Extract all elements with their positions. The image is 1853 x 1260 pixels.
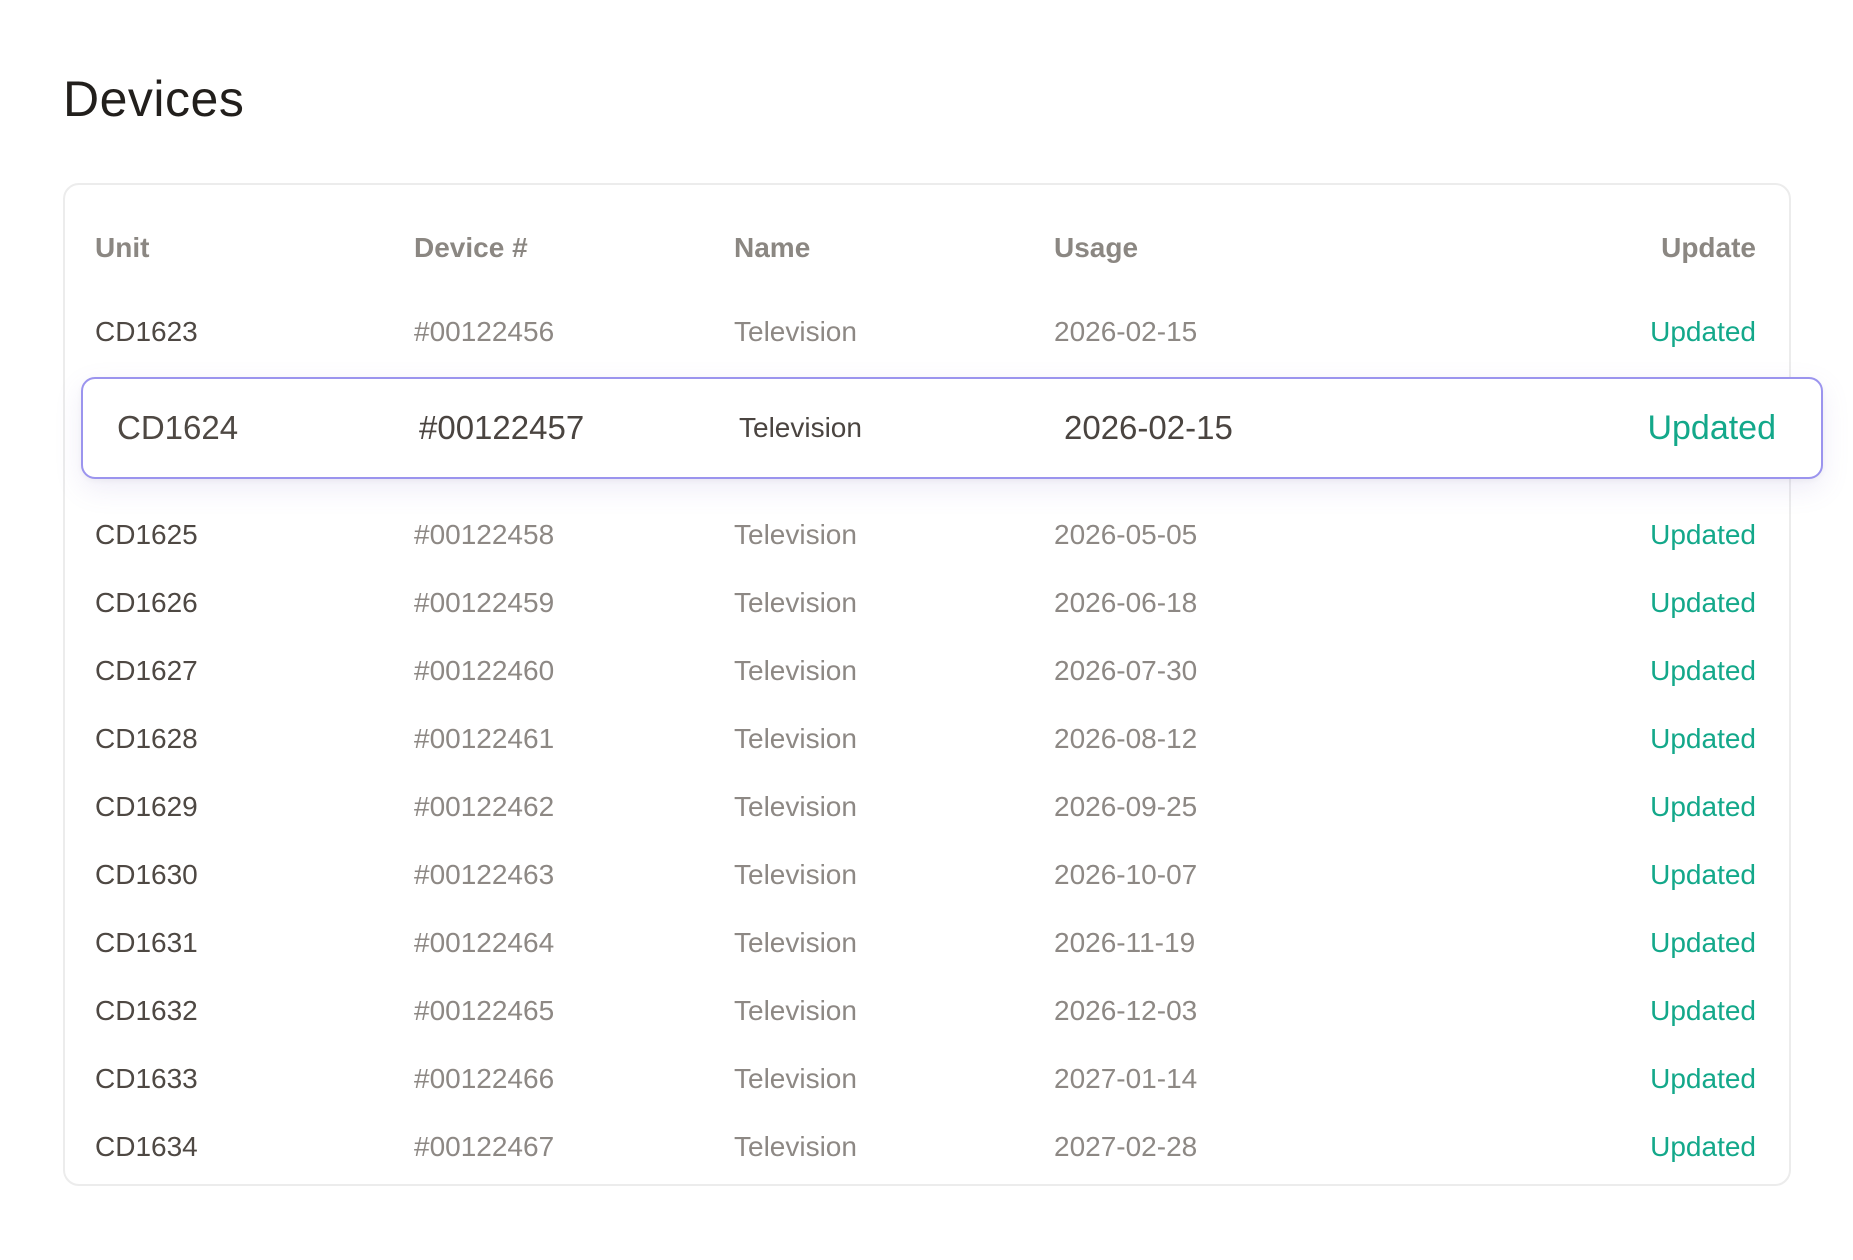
update-status: Updated	[1650, 859, 1756, 890]
name-cell: Television	[734, 655, 857, 686]
update-status: Updated	[1650, 519, 1756, 550]
usage-cell: 2027-02-28	[1054, 1131, 1198, 1162]
device-number-cell: #00122457	[419, 409, 585, 446]
update-status: Updated	[1647, 409, 1776, 447]
table-row[interactable]: CD1627 #00122460 Television 2026-07-30 U…	[65, 641, 1789, 701]
device-number-cell: #00122463	[414, 859, 555, 890]
usage-cell: 2026-09-25	[1054, 791, 1198, 822]
usage-cell: 2026-12-03	[1054, 995, 1198, 1026]
device-number-cell: #00122462	[414, 791, 555, 822]
usage-cell: 2026-02-15	[1054, 316, 1198, 347]
update-status: Updated	[1650, 587, 1756, 618]
unit-cell: CD1625	[95, 519, 198, 550]
table-header-row: Unit Device # Name Usage Update	[65, 218, 1789, 278]
device-number-cell: #00122464	[414, 927, 555, 958]
usage-cell: 2026-07-30	[1054, 655, 1198, 686]
update-status: Updated	[1650, 995, 1756, 1026]
unit-cell: CD1632	[95, 995, 198, 1026]
unit-cell: CD1626	[95, 587, 198, 618]
update-status: Updated	[1650, 723, 1756, 754]
usage-cell: 2026-08-12	[1054, 723, 1198, 754]
update-status: Updated	[1650, 655, 1756, 686]
unit-cell: CD1630	[95, 859, 198, 890]
table-row[interactable]: CD1623 #00122456 Television 2026-02-15 U…	[65, 302, 1789, 362]
table-row[interactable]: CD1633 #00122466 Television 2027-01-14 U…	[65, 1049, 1789, 1109]
unit-cell: CD1624	[117, 409, 239, 446]
usage-cell: 2026-10-07	[1054, 859, 1198, 890]
usage-cell: 2026-02-15	[1064, 409, 1233, 446]
unit-cell: CD1628	[95, 723, 198, 754]
device-number-cell: #00122466	[414, 1063, 555, 1094]
name-cell: Television	[734, 995, 857, 1026]
table-row[interactable]: CD1631 #00122464 Television 2026-11-19 U…	[65, 913, 1789, 973]
unit-cell: CD1634	[95, 1131, 198, 1162]
usage-cell: 2026-05-05	[1054, 519, 1198, 550]
page-title: Devices	[63, 71, 245, 127]
device-number-cell: #00122461	[414, 723, 555, 754]
name-cell: Television	[734, 723, 857, 754]
table-row[interactable]: CD1626 #00122459 Television 2026-06-18 U…	[65, 573, 1789, 633]
update-status: Updated	[1650, 791, 1756, 822]
update-status: Updated	[1650, 1063, 1756, 1094]
table-row[interactable]: CD1625 #00122458 Television 2026-05-05 U…	[65, 505, 1789, 565]
usage-cell: 2026-11-19	[1054, 927, 1196, 958]
usage-cell: 2026-06-18	[1054, 587, 1198, 618]
table-row[interactable]: CD1629 #00122462 Television 2026-09-25 U…	[65, 777, 1789, 837]
device-number-cell: #00122456	[414, 316, 555, 347]
name-cell: Television	[734, 519, 857, 550]
name-cell: Television	[734, 791, 857, 822]
unit-cell: CD1631	[95, 927, 198, 958]
table-row[interactable]: CD1628 #00122461 Television 2026-08-12 U…	[65, 709, 1789, 769]
column-header-name[interactable]: Name	[734, 218, 810, 278]
name-cell: Television	[739, 412, 862, 443]
name-cell: Television	[734, 316, 857, 347]
column-header-device[interactable]: Device #	[414, 218, 528, 278]
device-number-cell: #00122459	[414, 587, 555, 618]
device-number-cell: #00122467	[414, 1131, 555, 1162]
unit-cell: CD1627	[95, 655, 198, 686]
table-row[interactable]: CD1634 #00122467 Television 2027-02-28 U…	[65, 1117, 1789, 1177]
unit-cell: CD1629	[95, 791, 198, 822]
unit-cell: CD1623	[95, 316, 198, 347]
device-number-cell: #00122465	[414, 995, 555, 1026]
name-cell: Television	[734, 859, 857, 890]
column-header-unit[interactable]: Unit	[95, 218, 149, 278]
table-row-selected[interactable]: CD1624 #00122457 Television 2026-02-15 U…	[81, 377, 1823, 479]
update-status: Updated	[1650, 316, 1756, 347]
name-cell: Television	[734, 587, 857, 618]
usage-cell: 2027-01-14	[1054, 1063, 1198, 1094]
column-header-usage[interactable]: Usage	[1054, 218, 1138, 278]
name-cell: Television	[734, 927, 857, 958]
devices-table: Unit Device # Name Usage Update CD1623 #…	[63, 183, 1791, 1186]
table-row[interactable]: CD1632 #00122465 Television 2026-12-03 U…	[65, 981, 1789, 1041]
name-cell: Television	[734, 1131, 857, 1162]
unit-cell: CD1633	[95, 1063, 198, 1094]
device-number-cell: #00122458	[414, 519, 555, 550]
device-number-cell: #00122460	[414, 655, 555, 686]
name-cell: Television	[734, 1063, 857, 1094]
update-status: Updated	[1650, 927, 1756, 958]
table-row[interactable]: CD1630 #00122463 Television 2026-10-07 U…	[65, 845, 1789, 905]
update-status: Updated	[1650, 1131, 1756, 1162]
column-header-update[interactable]: Update	[1661, 218, 1756, 278]
